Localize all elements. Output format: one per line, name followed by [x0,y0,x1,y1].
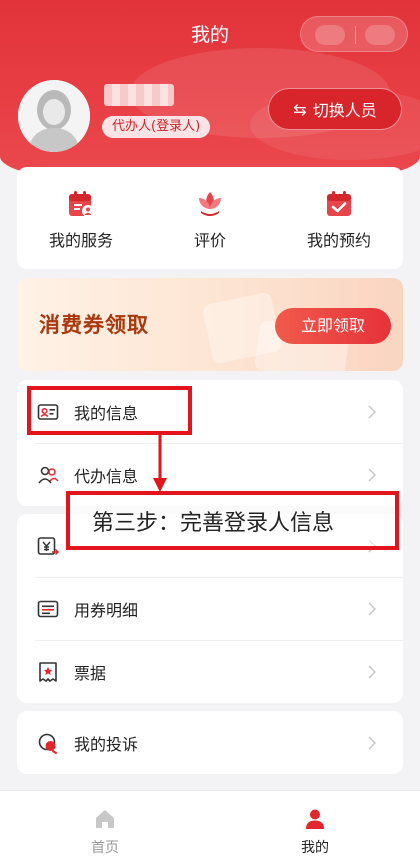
chevron-right-icon [368,735,377,750]
menu-item-label: 代办信息 [74,466,139,486]
role-badge: 代办人(登录人) [102,116,211,138]
chevron-right-icon [368,404,377,419]
receipt-icon [39,661,57,682]
quick-action-label: 评价 [193,231,226,250]
mini-program-capsule[interactable] [300,16,408,52]
menu-item-receipts[interactable]: 票据 [17,640,403,703]
menu-item-label: 票据 [74,663,107,683]
quick-action-rating[interactable]: 评价 [145,167,275,269]
quick-actions-card: 我的服务 评价 我的预约 [17,167,403,269]
swap-icon: ⇆ [293,99,307,119]
tab-mine[interactable]: 我的 [260,791,370,864]
yen-transfer-icon [37,536,59,555]
quick-action-label: 我的服务 [48,231,113,250]
tab-label: 首页 [91,840,119,856]
quick-action-my-services[interactable]: 我的服务 [17,167,145,269]
calendar-check-icon [327,191,351,216]
menu-item-coupon-details[interactable]: 用券明细 [17,577,403,640]
bottom-tab-bar: 首页 我的 [0,790,420,864]
menu-item-my-complaints[interactable]: 我的投诉 [17,711,403,774]
claim-coupon-button[interactable]: 立即领取 [275,308,391,344]
menu-item-label: 用券明细 [74,600,139,620]
quick-action-label: 我的预约 [306,231,371,250]
switch-person-label: 切换人员 [312,101,377,120]
list-icon [37,600,59,617]
users-icon [38,466,59,484]
chevron-right-icon [368,664,377,679]
switch-person-button[interactable]: ⇆ 切换人员 [268,88,402,130]
coupon-title: 消费券领取 [39,313,149,337]
chevron-right-icon [368,467,377,482]
home-icon [96,810,114,828]
menu-group-complaints: 我的投诉 [17,711,403,774]
chevron-right-icon [368,601,377,616]
calendar-user-icon [69,191,94,217]
quick-action-my-appointments[interactable]: 我的预约 [275,167,403,269]
tab-label: 我的 [301,840,329,856]
avatar[interactable] [18,80,90,152]
lotus-icon [199,192,221,216]
menu-item-label: 我的投诉 [74,734,139,754]
more-icon[interactable] [315,25,345,45]
annotation-highlight-box [27,386,192,435]
coupon-banner[interactable]: 消费券领取 立即领取 [17,278,403,371]
annotation-step-text: 第三步：完善登录人信息 [92,511,335,536]
tab-home[interactable]: 首页 [50,791,160,864]
close-icon[interactable] [365,25,395,45]
person-icon [306,809,324,829]
complaint-icon [38,733,57,754]
annotation-arrow [153,432,167,492]
username [104,84,174,106]
capsule-divider [355,26,356,44]
